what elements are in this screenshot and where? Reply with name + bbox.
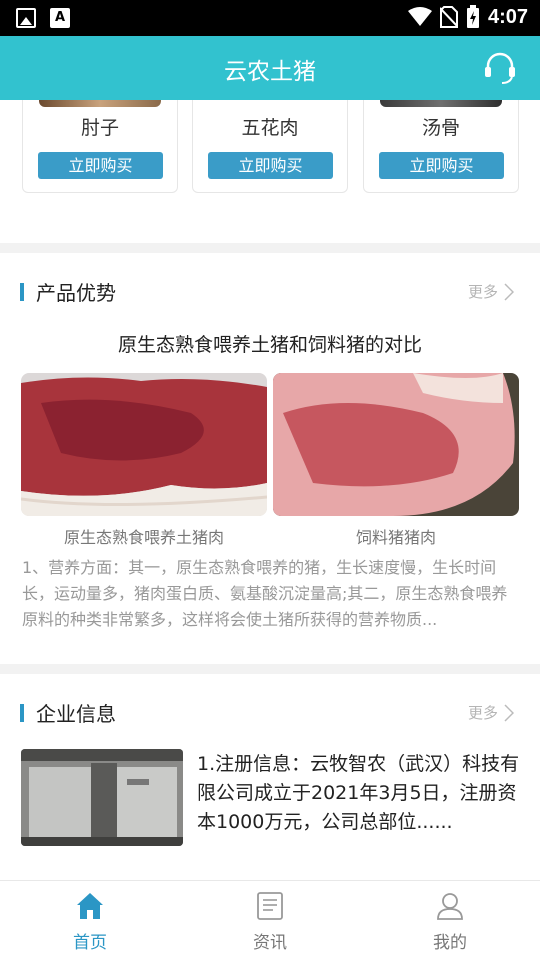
- buy-now-button[interactable]: 立即购买: [379, 152, 504, 179]
- nav-label: 首页: [73, 933, 107, 953]
- advantage-section-header: 产品优势 更多: [20, 277, 520, 307]
- section-divider: [0, 243, 540, 253]
- section-accent-bar: [20, 704, 24, 722]
- status-time: 4:07: [487, 5, 528, 28]
- company-summary[interactable]: 1.注册信息：云牧智农（武汉）科技有限公司成立于2021年3月5日，注册资本10…: [197, 750, 522, 837]
- nav-item-mine[interactable]: 我的: [360, 881, 540, 960]
- buy-now-button[interactable]: 立即购买: [38, 152, 163, 179]
- photo-caption: 饲料猪猪肉: [355, 528, 436, 547]
- tusu-pork-photo: [21, 373, 267, 516]
- no-sim-icon: [439, 6, 458, 28]
- product-image: [380, 100, 502, 107]
- home-icon: [77, 893, 103, 919]
- company-photo[interactable]: [21, 749, 183, 846]
- nav-label: 资讯: [253, 933, 287, 953]
- company-section-header: 企业信息 更多: [20, 698, 520, 728]
- product-name: 汤骨: [421, 117, 460, 139]
- advantage-description[interactable]: 1、营养方面：其一，原生态熟食喂养的猪，生长速度慢，生长时间长，运动量多，猪肉蛋…: [22, 555, 520, 633]
- image-icon: [16, 8, 36, 28]
- section-divider: [0, 664, 540, 674]
- more-label: 更多: [467, 704, 498, 722]
- product-name: 五花肉: [241, 117, 299, 139]
- chevron-right-icon: [504, 703, 514, 722]
- wifi-icon: [407, 7, 432, 26]
- status-bar: A 4:07: [0, 0, 540, 36]
- comparison-title: 原生态熟食喂养土猪和饲料猪的对比: [117, 334, 422, 356]
- news-icon: [257, 892, 283, 920]
- battery-charging-icon: [466, 5, 479, 28]
- more-link[interactable]: 更多: [468, 702, 514, 723]
- feed-pork-photo: [273, 373, 519, 516]
- product-image: [39, 100, 161, 107]
- product-card[interactable]: 五花肉 立即购买: [192, 100, 348, 193]
- headset-icon[interactable]: [482, 50, 518, 86]
- section-title: 产品优势: [36, 281, 116, 305]
- nav-item-home[interactable]: 首页: [0, 881, 180, 960]
- nav-label: 我的: [433, 933, 467, 953]
- photo-caption: 原生态熟食喂养土猪肉: [63, 528, 224, 547]
- product-card[interactable]: 肘子 立即购买: [22, 100, 178, 193]
- buy-now-button[interactable]: 立即购买: [208, 152, 333, 179]
- a-icon: A: [50, 8, 70, 28]
- product-name: 肘子: [80, 117, 119, 139]
- more-label: 更多: [467, 283, 498, 301]
- more-link[interactable]: 更多: [468, 281, 514, 302]
- nav-item-news[interactable]: 资讯: [180, 881, 360, 960]
- product-card[interactable]: 汤骨 立即购买: [363, 100, 519, 193]
- main-scroll[interactable]: 肘子 立即购买 五花肉 立即购买 汤骨 立即购买 产品优势 更多 原生态熟食喂养…: [0, 100, 540, 880]
- chevron-right-icon: [504, 282, 514, 301]
- app-bar: 云农土猪: [0, 36, 540, 100]
- bottom-nav: 首页 资讯 我的: [0, 880, 540, 960]
- user-icon: [437, 893, 463, 920]
- section-title: 企业信息: [36, 702, 116, 726]
- section-accent-bar: [20, 283, 24, 301]
- page-title: 云农土猪: [224, 59, 316, 85]
